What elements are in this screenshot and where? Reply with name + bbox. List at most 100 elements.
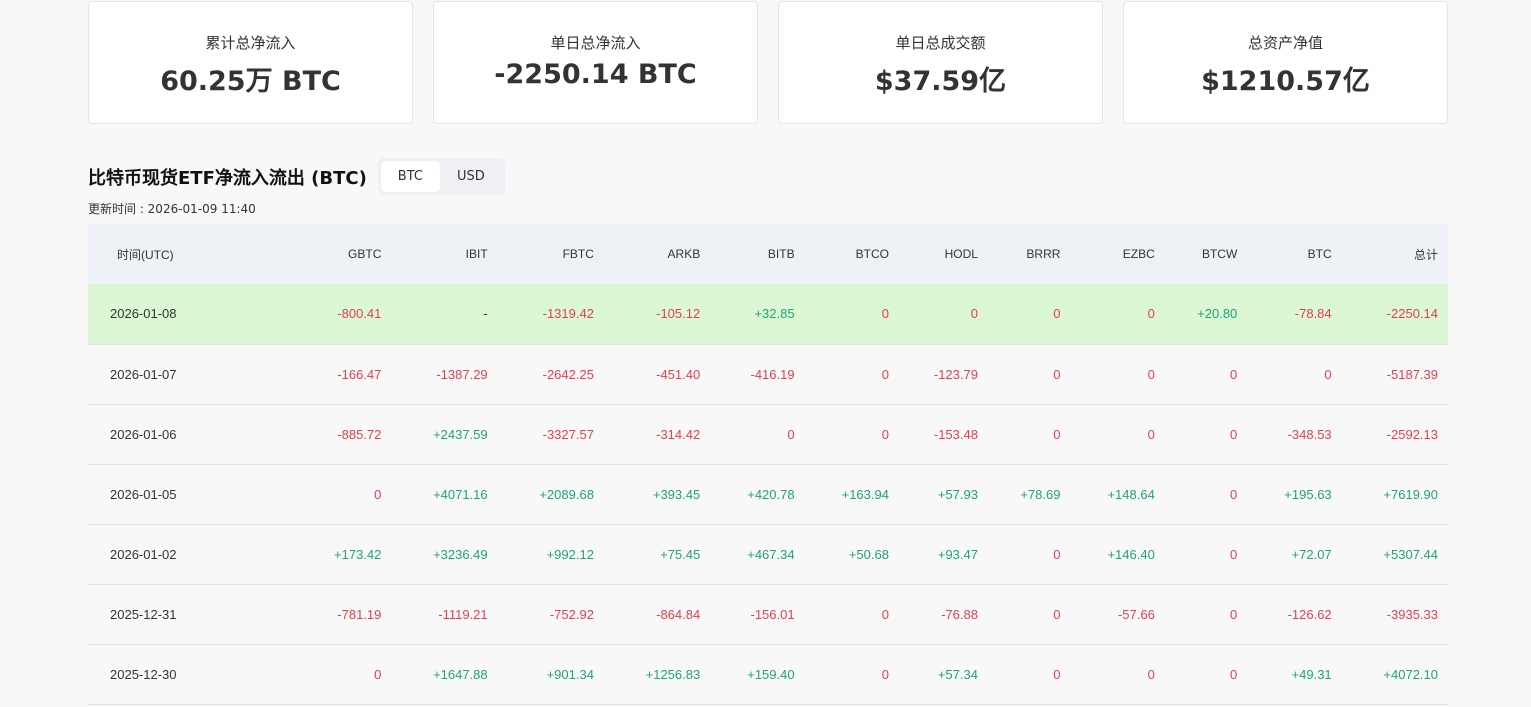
date-cell: 2026-01-02	[88, 524, 297, 585]
toggle-btc[interactable]: BTC	[380, 161, 440, 192]
flow-cell: +78.69	[987, 464, 1071, 525]
unit-toggle: BTC USD	[377, 158, 505, 195]
flow-cell: 0	[1070, 644, 1165, 705]
date-cell: 2025-12-30	[88, 644, 297, 705]
table-row: 2025-12-31 -781.19 -1119.21 -752.92 -864.84 -…	[88, 584, 1448, 645]
card-daily-volume: 单日总成交额 $37.59亿	[778, 1, 1103, 124]
flow-cell: 0	[297, 464, 392, 525]
flow-cell: 0	[1070, 344, 1165, 405]
flow-cell: -57.66	[1070, 584, 1165, 645]
flow-cell: 0	[1070, 284, 1165, 345]
column-header: HODL	[898, 224, 988, 284]
flow-cell: -78.84	[1247, 284, 1342, 345]
column-header: 时间(UTC)	[88, 224, 297, 284]
flow-cell: 0	[804, 404, 899, 465]
column-header: FBTC	[497, 224, 604, 284]
flow-cell: 0	[1070, 404, 1165, 465]
flow-cell: -166.47	[297, 344, 392, 405]
flow-cell: +4071.16	[391, 464, 498, 525]
card-value: $1210.57亿	[1201, 66, 1370, 97]
flow-cell: -864.84	[603, 584, 711, 645]
date-cell: 2026-01-06	[88, 404, 297, 465]
flow-cell: +195.63	[1247, 464, 1342, 525]
flow-cell: +163.94	[804, 464, 899, 525]
flow-cell: 0	[804, 344, 899, 405]
flow-cell: +992.12	[497, 524, 604, 585]
column-header: ARKB	[603, 224, 711, 284]
table-row: 2026-01-02 +173.42 +3236.49 +992.12 +75.45 +4…	[88, 524, 1448, 585]
flow-cell: 0	[1247, 344, 1342, 405]
flow-cell: -105.12	[603, 284, 711, 345]
flow-cell: +173.42	[297, 524, 392, 585]
flow-cell: +49.31	[1247, 644, 1342, 705]
card-value: 60.25万 BTC	[160, 66, 341, 97]
date-cell: 2026-01-08	[88, 284, 297, 345]
update-time: 更新时间 : 2026-01-09 11:40	[88, 202, 256, 216]
flow-cell: 0	[1164, 344, 1248, 405]
flow-cell: +420.78	[710, 464, 805, 525]
flow-cell: -	[391, 284, 498, 345]
flow-cell: 0	[297, 644, 392, 705]
column-header: GBTC	[297, 224, 392, 284]
flow-cell: +72.07	[1247, 524, 1342, 585]
table-row: 2025-12-30 0 +1647.88 +901.34 +1256.83 +159.4…	[88, 644, 1448, 705]
card-daily-net-inflow: 单日总净流入 -2250.14 BTC	[433, 1, 758, 124]
flow-cell: -1387.29	[391, 344, 498, 405]
flow-cell: -3935.33	[1341, 584, 1448, 645]
flow-cell: +7619.90	[1341, 464, 1448, 525]
flow-cell: -752.92	[497, 584, 604, 645]
card-label: 单日总净流入	[550, 34, 641, 52]
flow-cell: +901.34	[497, 644, 604, 705]
table-row: 2026-01-05 0 +4071.16 +2089.68 +393.45 +420.7…	[88, 464, 1448, 525]
flow-cell: +75.45	[603, 524, 711, 585]
flow-cell: -2642.25	[497, 344, 604, 405]
flow-cell: +57.34	[898, 644, 988, 705]
column-header: IBIT	[391, 224, 498, 284]
flow-cell: +4072.10	[1341, 644, 1448, 705]
card-total-net-assets: 总资产净值 $1210.57亿	[1123, 1, 1448, 124]
table-row: 2026-01-08 -800.41- -1319.42 -105.12 +32.85 0…	[88, 284, 1448, 345]
table-row: 2026-01-07 -166.47 -1387.29 -2642.25 -451.40…	[88, 344, 1448, 405]
flow-cell: +20.80	[1164, 284, 1248, 345]
flow-cell: -126.62	[1247, 584, 1342, 645]
column-header: 总计	[1341, 224, 1448, 284]
column-header: BTCO	[804, 224, 899, 284]
flow-cell: +50.68	[804, 524, 899, 585]
summary-cards: 累计总净流入 60.25万 BTC 单日总净流入 -2250.14 BTC 单日总成…	[88, 1, 1448, 124]
flow-cell: -416.19	[710, 344, 805, 405]
flow-cell: 0	[1164, 644, 1248, 705]
column-header: BITB	[710, 224, 805, 284]
flow-cell: +1647.88	[391, 644, 498, 705]
flow-cell: 0	[987, 584, 1071, 645]
flow-cell: +146.40	[1070, 524, 1165, 585]
flow-cell: 0	[1164, 524, 1248, 585]
date-cell: 2025-12-31	[88, 584, 297, 645]
flow-cell: 0	[987, 404, 1071, 465]
flow-cell: -781.19	[297, 584, 392, 645]
flow-cell: +3236.49	[391, 524, 498, 585]
card-label: 总资产净值	[1247, 34, 1323, 52]
flow-cell: -153.48	[898, 404, 988, 465]
flow-cell: +2089.68	[497, 464, 604, 525]
flow-cell: -5187.39	[1341, 344, 1448, 405]
column-header: BTC	[1247, 224, 1342, 284]
card-value: $37.59亿	[874, 66, 1007, 97]
flow-cell: -3327.57	[497, 404, 604, 465]
flow-cell: +467.34	[710, 524, 805, 585]
flow-cell: -2592.13	[1341, 404, 1448, 465]
etf-flow-table: 时间(UTC) GBTC IBIT FBTC ARKB BITB BTCO HODL BRRR E…	[88, 224, 1448, 705]
flow-cell: 0	[1164, 404, 1248, 465]
card-label: 累计总净流入	[205, 34, 296, 52]
column-header: BRRR	[987, 224, 1071, 284]
flow-cell: +159.40	[710, 644, 805, 705]
flow-cell: 0	[1164, 584, 1248, 645]
flow-cell: 0	[804, 284, 899, 345]
column-header: BTCW	[1164, 224, 1248, 284]
flow-cell: 0	[710, 404, 805, 465]
flow-cell: +393.45	[603, 464, 711, 525]
flow-cell: +93.47	[898, 524, 988, 585]
card-value: -2250.14 BTC	[494, 59, 697, 90]
flow-cell: -1119.21	[391, 584, 498, 645]
toggle-usd[interactable]: USD	[440, 161, 502, 192]
flow-cell: 0	[1164, 464, 1248, 525]
